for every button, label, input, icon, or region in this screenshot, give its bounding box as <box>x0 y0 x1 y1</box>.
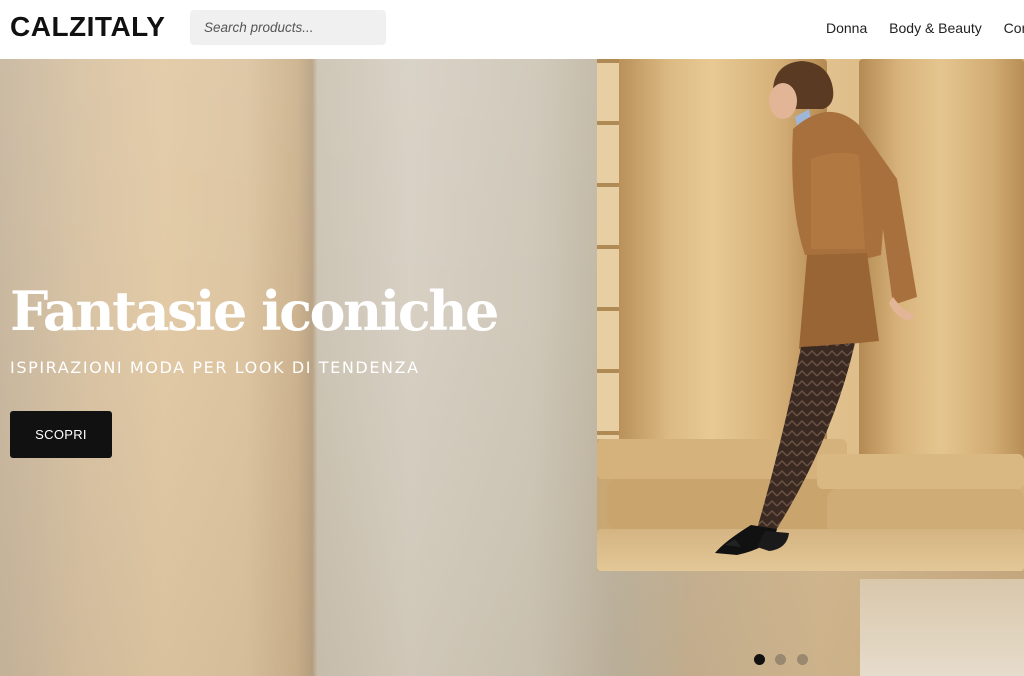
nav-item-donna[interactable]: Donna <box>826 19 867 37</box>
search-input[interactable] <box>190 10 386 45</box>
hero-title: Fantasie iconiche <box>10 279 499 343</box>
scopri-button[interactable]: SCOPRI <box>10 411 112 458</box>
hero-photo <box>597 59 1024 571</box>
nav-item-body-beauty[interactable]: Body & Beauty <box>889 19 982 37</box>
hero-banner: Fantasie iconiche ISPIRAZIONI MODA PER L… <box>0 59 1024 676</box>
carousel-dots <box>754 651 814 666</box>
hero-background-detail <box>860 579 1024 676</box>
site-header: CALZITALY Donna Body & Beauty Cor <box>0 0 1024 59</box>
logo[interactable]: CALZITALY <box>10 11 165 43</box>
hero-subtitle: ISPIRAZIONI MODA PER LOOK DI TENDENZA <box>10 358 420 377</box>
nav-item-cor[interactable]: Cor <box>1004 19 1024 37</box>
model-figure <box>715 61 917 555</box>
main-nav: Donna Body & Beauty Cor <box>826 19 1024 37</box>
